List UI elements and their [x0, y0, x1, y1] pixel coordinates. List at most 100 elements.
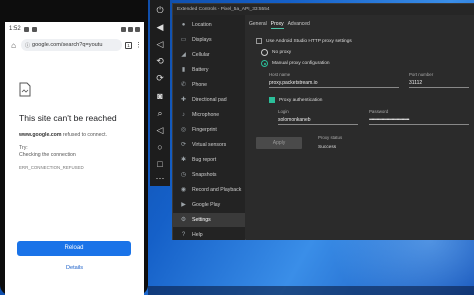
nav-item-location[interactable]: ● Location: [173, 18, 245, 32]
settings-tabs: General Proxy Advanced: [249, 21, 310, 29]
sensors-icon: ⟳: [180, 141, 187, 148]
battery-icon: [135, 26, 140, 32]
nav-label: Help: [192, 232, 203, 238]
try-label: Try:: [19, 145, 28, 151]
status-bar: 1:52: [9, 24, 140, 34]
help-icon: ?: [181, 231, 186, 238]
rotate-right-icon[interactable]: ⟳: [154, 72, 166, 84]
nav-label: Cellular: [192, 52, 210, 58]
broken-page-icon: [19, 82, 31, 97]
address-text: google.com/search?q=youtu: [32, 42, 103, 48]
proxy-status-label: Proxy status: [318, 135, 343, 140]
play-icon: ▶: [181, 201, 186, 208]
proxy-auth-label: Proxy authentication: [279, 98, 323, 103]
nav-item-directional-pad[interactable]: ✚ Directional pad: [173, 93, 245, 107]
extended-controls-window: Extended Controls - Pixel_5a_API_33:5554…: [172, 3, 474, 240]
microphone-icon: ♪: [182, 111, 185, 118]
error-subtitle-rest: refused to connect.: [61, 132, 108, 138]
power-icon[interactable]: ⏻: [154, 4, 166, 16]
signal-icon: [128, 26, 133, 32]
error-host: www.google.com: [19, 132, 62, 138]
nav-item-displays[interactable]: ▭ Displays: [173, 33, 245, 47]
home-icon[interactable]: ○: [154, 141, 166, 153]
tab-proxy[interactable]: Proxy: [270, 21, 284, 29]
use-studio-proxy-label: Use Android Studio HTTP proxy settings: [266, 39, 352, 44]
nav-label: Microphone: [192, 112, 220, 118]
more-menu-icon[interactable]: ⋮: [135, 41, 142, 49]
tab-advanced[interactable]: Advanced: [288, 21, 310, 29]
nav-item-help[interactable]: ? Help: [173, 228, 245, 242]
more-icon[interactable]: ⋯: [154, 172, 166, 184]
nav-label: Phone: [192, 82, 208, 88]
host-name-label: Host name: [269, 72, 291, 77]
nav-item-battery[interactable]: ▮ Battery: [173, 63, 245, 77]
nav-item-bug-report[interactable]: ✱ Bug report: [173, 153, 245, 167]
host-name-input[interactable]: proxy.packetstream.io: [269, 78, 399, 88]
manual-proxy-label: Manual proxy configuration: [272, 61, 330, 66]
error-title: This site can't be reached: [19, 113, 117, 123]
nav-item-settings[interactable]: ⚙ Settings: [173, 213, 245, 227]
nav-item-microphone[interactable]: ♪ Microphone: [173, 108, 245, 122]
nav-label: Battery: [192, 67, 209, 73]
status-time: 1:52: [9, 26, 21, 32]
nav-label: Google Play: [192, 202, 221, 208]
nav-item-fingerprint[interactable]: ◎ Fingerprint: [173, 123, 245, 137]
dpad-icon: ✚: [180, 96, 187, 103]
tab-switcher-button[interactable]: 1: [125, 41, 132, 49]
display-icon: ▭: [180, 36, 187, 43]
snapshot-icon: ◷: [180, 171, 187, 178]
apply-button[interactable]: Apply: [256, 137, 302, 149]
back-icon[interactable]: ◁: [154, 124, 166, 136]
battery-icon: ▮: [181, 66, 186, 73]
overview-icon[interactable]: □: [154, 158, 166, 170]
login-input[interactable]: solomonkaneb: [278, 115, 358, 125]
address-bar[interactable]: ⓘ google.com/search?q=youtu: [21, 39, 122, 51]
nav-item-cellular[interactable]: ◢ Cellular: [173, 48, 245, 62]
nav-item-virtual-sensors[interactable]: ⟳ Virtual sensors: [173, 138, 245, 152]
location-icon: ●: [181, 21, 186, 28]
error-code: ERR_CONNECTION_REFUSED: [19, 165, 84, 170]
nav-item-record-playback[interactable]: ◉ Record and Playback: [173, 183, 245, 197]
rotate-left-icon[interactable]: ⟲: [154, 55, 166, 67]
nav-label: Snapshots: [192, 172, 217, 178]
record-icon: ◉: [180, 186, 187, 193]
reload-button[interactable]: Reload: [17, 241, 131, 256]
bug-icon: ✱: [180, 156, 187, 163]
no-proxy-radio[interactable]: [261, 49, 268, 56]
port-number-input[interactable]: 31112: [409, 78, 469, 88]
nav-label: Location: [192, 22, 212, 28]
nav-item-phone[interactable]: ✆ Phone: [173, 78, 245, 92]
extended-nav: ● Location ▭ Displays ◢ Cellular ▮ Battery ✆…: [173, 15, 245, 240]
nav-item-google-play[interactable]: ▶ Google Play: [173, 198, 245, 212]
chrome-toolbar: ⌂ ⓘ google.com/search?q=youtu 1 ⋮: [9, 38, 142, 52]
cellular-icon: ◢: [181, 51, 186, 58]
nav-label: Virtual sensors: [192, 142, 227, 148]
camera-icon[interactable]: ◙: [154, 90, 166, 102]
nav-label: Settings: [192, 217, 211, 223]
tab-general[interactable]: General: [249, 21, 267, 29]
details-button[interactable]: Details: [5, 265, 144, 271]
password-label: Password: [369, 109, 389, 114]
volume-down-icon[interactable]: ◁: [154, 38, 166, 50]
error-subtitle: www.google.com refused to connect.: [19, 132, 107, 138]
info-icon[interactable]: ⓘ: [25, 42, 30, 49]
manual-proxy-radio[interactable]: [261, 60, 268, 67]
proxy-auth-checkbox[interactable]: [269, 97, 275, 103]
fingerprint-icon: ◎: [180, 126, 187, 133]
proxy-status-value: Success: [318, 145, 337, 150]
home-icon[interactable]: ⌂: [9, 41, 18, 50]
volume-up-icon[interactable]: ◀: [154, 21, 166, 33]
emulator-side-toolbar: ⏻ ◀ ◁ ⟲ ⟳ ◙ ⌕ ◁ ○ □ ⋯: [150, 0, 170, 186]
port-number-label: Port number: [409, 72, 434, 77]
nav-label: Bug report: [192, 157, 217, 163]
password-input[interactable]: ••••••••••••••••••••••••••••••••: [369, 115, 469, 125]
nav-label: Displays: [192, 37, 212, 43]
zoom-icon[interactable]: ⌕: [154, 107, 166, 119]
phone-screen: 1:52 ⌂ ⓘ google.com/search?q=youtu 1 ⋮ T…: [5, 22, 144, 295]
login-label: Login: [278, 109, 289, 114]
no-proxy-label: No proxy: [272, 50, 292, 55]
notification-icon: [23, 26, 29, 32]
nav-item-snapshots[interactable]: ◷ Snapshots: [173, 168, 245, 182]
use-studio-proxy-checkbox[interactable]: [256, 38, 262, 44]
notification-icon: [31, 26, 37, 32]
